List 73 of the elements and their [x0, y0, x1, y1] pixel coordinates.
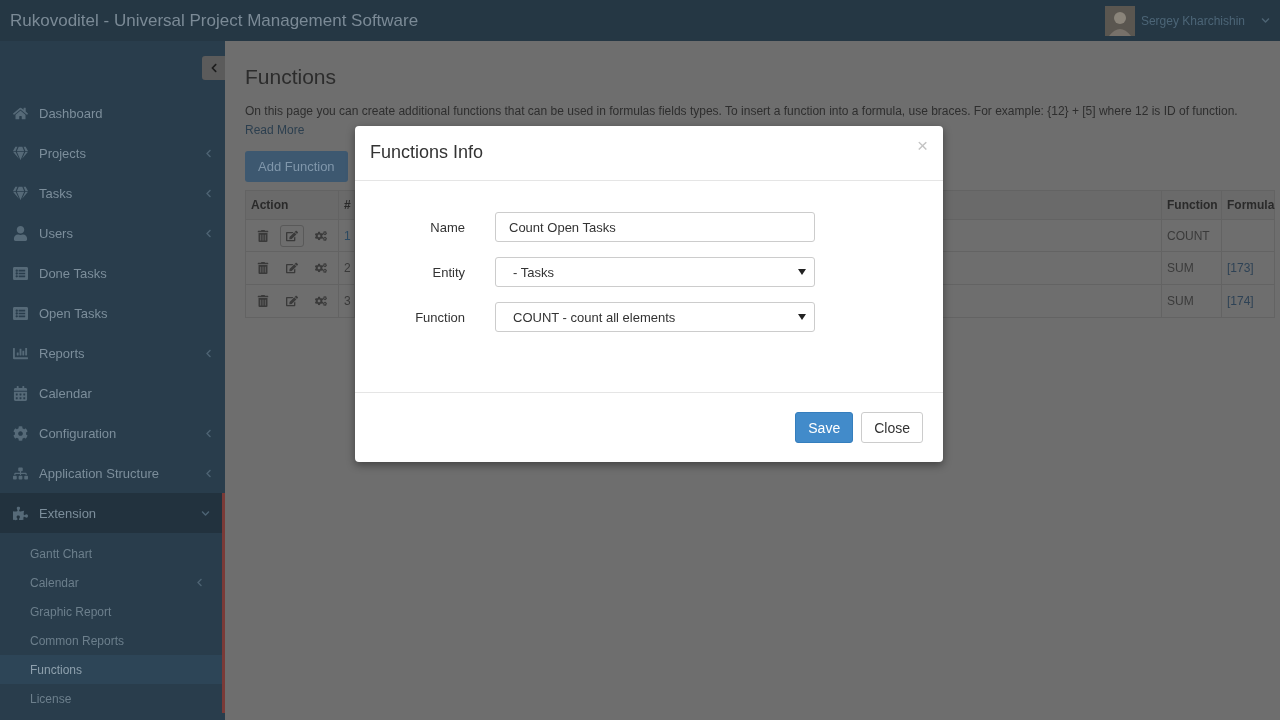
edit-icon	[286, 295, 298, 307]
user-icon	[12, 225, 29, 241]
id-link[interactable]: 1	[344, 228, 351, 243]
bar-chart-icon	[12, 345, 29, 361]
edit-icon	[286, 262, 298, 274]
user-avatar[interactable]	[1104, 5, 1135, 36]
dropdown-arrow-icon	[798, 269, 806, 275]
gears-icon	[314, 229, 327, 242]
list-icon	[12, 305, 29, 321]
chevron-left-icon	[204, 468, 213, 478]
submenu-item[interactable]: License	[0, 684, 222, 713]
sidebar-item[interactable]: Users	[0, 213, 225, 253]
field-label: Entity	[431, 264, 466, 280]
submenu-item[interactable]: Common Reports	[0, 626, 222, 655]
sidebar-item[interactable]: Calendar	[0, 373, 225, 413]
trash-icon	[257, 229, 270, 242]
sidebar-item[interactable]: Tasks	[0, 173, 225, 213]
home-icon	[12, 105, 29, 121]
chevron-down-icon	[201, 508, 210, 518]
column-header: #	[338, 191, 354, 219]
sidebar-item[interactable]: Configuration	[0, 413, 225, 453]
sidebar-item[interactable]: Open Tasks	[0, 293, 225, 333]
chevron-down-icon[interactable]	[1261, 16, 1270, 25]
list-icon	[12, 265, 29, 281]
app-title: Rukovoditel - Universal Project Management Software	[10, 10, 419, 31]
puzzle-icon	[12, 505, 29, 521]
column-header: Function	[1161, 191, 1221, 219]
read-more-link[interactable]: Read More	[245, 122, 305, 139]
page-description: On this page you can create additional functions that can be used in formulas fields types. To insert a function into a formula, use braces. For example: {12} + [5] where 12 is ID of function.	[245, 103, 1239, 120]
sitemap-icon	[12, 465, 29, 481]
close-button[interactable]: ×	[916, 136, 928, 155]
sidebar-item[interactable]: Extension	[0, 493, 225, 533]
gear-icon	[12, 425, 29, 441]
table-cell: [173]	[1227, 261, 1254, 275]
field-label: Function	[414, 309, 466, 325]
trash-icon	[257, 295, 270, 307]
close-button[interactable]: Close	[861, 412, 923, 443]
chevron-left-icon	[204, 148, 213, 158]
gears-icon	[314, 295, 327, 307]
collapse-sidebar-button[interactable]	[202, 56, 225, 80]
submenu-item[interactable]: Gantt Chart	[0, 539, 222, 568]
chevron-left-icon	[204, 188, 213, 198]
diamond-icon	[12, 145, 29, 161]
submenu-item[interactable]: Calendar	[0, 568, 222, 597]
sidebar-item[interactable]: Application Structure	[0, 453, 225, 493]
calendar-icon	[12, 385, 29, 401]
dialog-title: Functions Info	[370, 142, 484, 163]
save-button[interactable]: Save	[795, 412, 854, 443]
column-header: Formula	[1221, 191, 1274, 219]
chevron-left-icon	[204, 348, 213, 358]
dropdown-arrow-icon	[798, 314, 806, 320]
gears-icon	[314, 262, 327, 274]
sidebar-item[interactable]: Dashboard	[0, 93, 225, 133]
select-field[interactable]: - Tasks	[495, 257, 815, 287]
diamond-icon	[12, 185, 29, 201]
submenu-item[interactable]: Graphic Report	[0, 597, 222, 626]
column-header: Action	[250, 197, 290, 214]
edit-icon	[286, 229, 298, 242]
chevron-left-icon	[195, 578, 204, 587]
submenu-item[interactable]: Functions	[0, 655, 222, 684]
input-field[interactable]: Count Open Tasks	[495, 212, 815, 242]
chevron-left-icon	[204, 428, 213, 438]
chevron-left-icon	[204, 228, 213, 238]
trash-icon	[257, 262, 270, 274]
field-label: Name	[429, 219, 466, 235]
select-field[interactable]: COUNT - count all elements	[495, 302, 815, 332]
table-cell: [174]	[1227, 294, 1254, 308]
page-title: Functions	[245, 65, 338, 89]
sidebar-item[interactable]: Reports	[0, 333, 225, 373]
add-function-button[interactable]: Add Function	[245, 151, 348, 182]
sidebar-item[interactable]: Done Tasks	[0, 253, 225, 293]
edit-button[interactable]	[279, 224, 305, 247]
sidebar-item[interactable]: Projects	[0, 133, 225, 173]
